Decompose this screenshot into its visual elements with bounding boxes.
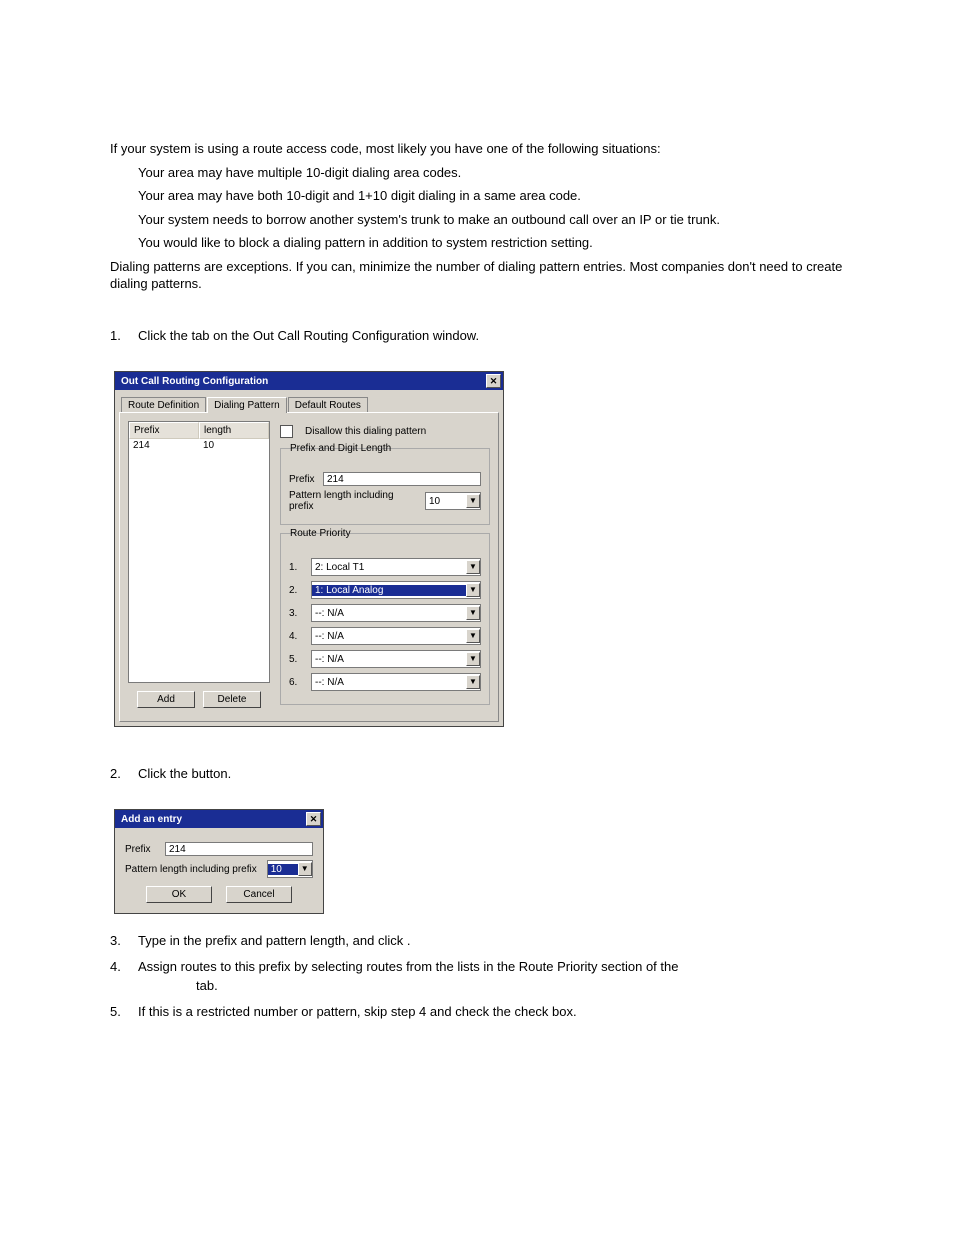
close-icon[interactable]: ✕: [486, 374, 501, 388]
chevron-down-icon[interactable]: ▼: [466, 629, 480, 643]
pattern-length-label: Pattern length including prefix: [125, 864, 257, 875]
route-priority-group: Route Priority 1. 2: Local T1 ▼ 2. 1: Lo: [280, 533, 490, 705]
pattern-length-combo[interactable]: 10 ▼: [425, 492, 481, 510]
cancel-button[interactable]: Cancel: [226, 886, 292, 903]
ok-button[interactable]: OK: [146, 886, 212, 903]
step-num: 5.: [110, 1003, 138, 1021]
step-num: 3.: [110, 932, 138, 950]
step-text: If this is a restricted number or patter…: [138, 1003, 844, 1021]
chevron-down-icon[interactable]: ▼: [298, 862, 312, 876]
tab-default-routes[interactable]: Default Routes: [288, 397, 368, 413]
step-text: Assign routes to this prefix by selectin…: [138, 958, 844, 994]
prefix-input[interactable]: [323, 472, 481, 486]
bullet: Your area may have both 10-digit and 1+1…: [110, 187, 844, 205]
intro-text: Dialing patterns are exceptions. If you …: [110, 258, 844, 293]
prefix-group: Prefix and Digit Length Prefix Pattern l…: [280, 448, 490, 525]
window-title: Out Call Routing Configuration: [121, 376, 268, 387]
chevron-down-icon[interactable]: ▼: [466, 652, 480, 666]
titlebar: Out Call Routing Configuration ✕: [115, 372, 503, 390]
out-call-routing-dialog: Out Call Routing Configuration ✕ Route D…: [114, 371, 504, 727]
priority-4-combo[interactable]: --: N/A ▼: [311, 627, 481, 645]
window-title: Add an entry: [121, 814, 182, 825]
priority-6-combo[interactable]: --: N/A ▼: [311, 673, 481, 691]
pattern-list[interactable]: Prefix length 214 10: [128, 421, 270, 683]
priority-5-combo[interactable]: --: N/A ▼: [311, 650, 481, 668]
step-text: Click the tab on the Out Call Routing Co…: [138, 327, 844, 345]
step-text: Type in the prefix and pattern length, a…: [138, 932, 844, 950]
bullet: Your system needs to borrow another syst…: [110, 211, 844, 229]
chevron-down-icon[interactable]: ▼: [466, 606, 480, 620]
prefix-input[interactable]: [165, 842, 313, 856]
priority-2-combo[interactable]: 1: Local Analog ▼: [311, 581, 481, 599]
bullet: Your area may have multiple 10-digit dia…: [110, 164, 844, 182]
pattern-length-combo[interactable]: 10 ▼: [267, 860, 313, 878]
col-length: length: [199, 422, 269, 439]
col-prefix: Prefix: [129, 422, 199, 439]
intro-text: If your system is using a route access c…: [110, 140, 844, 158]
prefix-label: Prefix: [289, 474, 317, 485]
disallow-label: Disallow this dialing pattern: [305, 426, 426, 437]
tab-route-definition[interactable]: Route Definition: [121, 397, 206, 413]
titlebar: Add an entry ✕: [115, 810, 323, 828]
bullet: You would like to block a dialing patter…: [110, 234, 844, 252]
tab-dialing-pattern[interactable]: Dialing Pattern: [207, 397, 287, 413]
delete-button[interactable]: Delete: [203, 691, 261, 708]
pattern-length-label: Pattern length including prefix: [289, 490, 419, 512]
add-button[interactable]: Add: [137, 691, 195, 708]
prefix-label: Prefix: [125, 844, 155, 855]
add-entry-dialog: Add an entry ✕ Prefix Pattern length inc…: [114, 809, 324, 914]
step-num: 1.: [110, 327, 138, 345]
chevron-down-icon[interactable]: ▼: [466, 494, 480, 508]
chevron-down-icon[interactable]: ▼: [466, 560, 480, 574]
priority-1-combo[interactable]: 2: Local T1 ▼: [311, 558, 481, 576]
priority-3-combo[interactable]: --: N/A ▼: [311, 604, 481, 622]
step-num: 2.: [110, 765, 138, 783]
disallow-checkbox[interactable]: [280, 425, 293, 438]
step-num: 4.: [110, 958, 138, 994]
step-text: Click the button.: [138, 765, 844, 783]
list-item[interactable]: 214 10: [129, 439, 269, 452]
chevron-down-icon[interactable]: ▼: [466, 675, 480, 689]
close-icon[interactable]: ✕: [306, 812, 321, 826]
chevron-down-icon[interactable]: ▼: [466, 583, 480, 597]
